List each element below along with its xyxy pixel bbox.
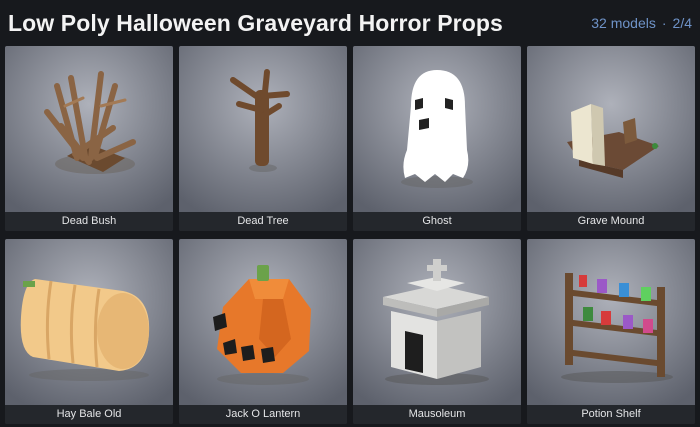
model-card[interactable]: Jack O Lantern <box>179 239 347 424</box>
model-card[interactable]: Dead Bush <box>5 46 173 231</box>
ghost-icon <box>353 46 521 212</box>
model-card[interactable]: Ghost <box>353 46 521 231</box>
jack-o-lantern-icon <box>179 239 347 405</box>
model-card[interactable]: Potion Shelf <box>527 239 695 424</box>
model-thumbnail <box>179 239 347 405</box>
gallery-header: Low Poly Halloween Graveyard Horror Prop… <box>0 0 700 46</box>
model-thumbnail <box>527 46 695 212</box>
page-title: Low Poly Halloween Graveyard Horror Prop… <box>8 9 503 36</box>
model-label: Dead Bush <box>5 212 173 231</box>
model-thumbnail <box>527 239 695 405</box>
model-thumbnail <box>179 46 347 212</box>
model-label: Mausoleum <box>353 405 521 424</box>
page-indicator[interactable]: 2/4 <box>673 15 692 31</box>
mausoleum-icon <box>353 239 521 405</box>
model-thumbnail <box>5 46 173 212</box>
model-count: 32 models <box>591 15 656 31</box>
model-thumbnail <box>353 46 521 212</box>
hay-bale-icon <box>5 239 173 405</box>
dead-bush-icon <box>5 46 173 212</box>
model-label: Jack O Lantern <box>179 405 347 424</box>
model-card[interactable]: Mausoleum <box>353 239 521 424</box>
model-label: Potion Shelf <box>527 405 695 424</box>
grave-mound-icon <box>527 46 695 212</box>
dead-tree-icon <box>179 46 347 212</box>
model-label: Grave Mound <box>527 212 695 231</box>
model-label: Ghost <box>353 212 521 231</box>
model-card[interactable]: Grave Mound <box>527 46 695 231</box>
model-card[interactable]: Hay Bale Old <box>5 239 173 424</box>
gallery-meta: 32 models · 2/4 <box>591 15 692 31</box>
meta-separator: · <box>661 15 667 31</box>
model-label: Hay Bale Old <box>5 405 173 424</box>
model-thumbnail <box>5 239 173 405</box>
model-card[interactable]: Dead Tree <box>179 46 347 231</box>
model-grid: Dead Bush Dead Tree Ghost Grave Mound Ha… <box>5 46 695 424</box>
potion-shelf-icon <box>527 239 695 405</box>
model-thumbnail <box>353 239 521 405</box>
model-label: Dead Tree <box>179 212 347 231</box>
